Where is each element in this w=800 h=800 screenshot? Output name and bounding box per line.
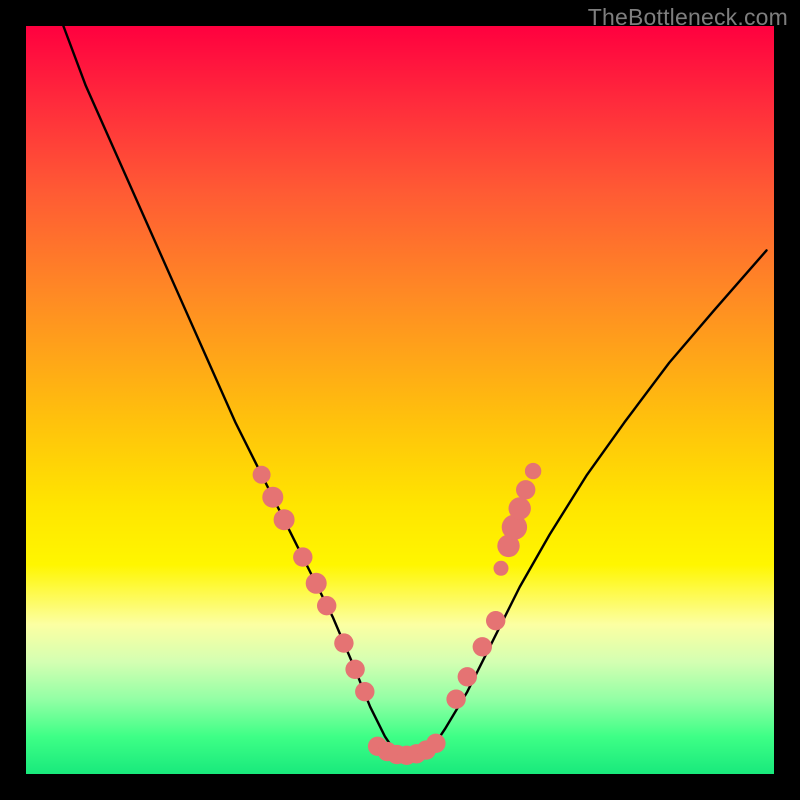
data-point [516,480,535,499]
data-point [446,690,465,709]
data-point [253,466,271,484]
data-point [426,734,445,753]
chart-frame: TheBottleneck.com [0,0,800,800]
bottleneck-curve [63,26,766,759]
data-point [355,682,374,701]
data-point [525,463,541,479]
data-point [509,497,531,519]
data-point [486,611,505,630]
data-point [473,637,492,656]
data-markers [253,463,542,765]
data-point [345,660,364,679]
data-point [262,487,283,508]
data-point [274,509,295,530]
data-point [334,633,353,652]
chart-svg [26,26,774,774]
data-point [293,547,312,566]
data-point [306,573,327,594]
data-point [494,561,509,576]
data-point [458,667,477,686]
data-point [317,596,336,615]
